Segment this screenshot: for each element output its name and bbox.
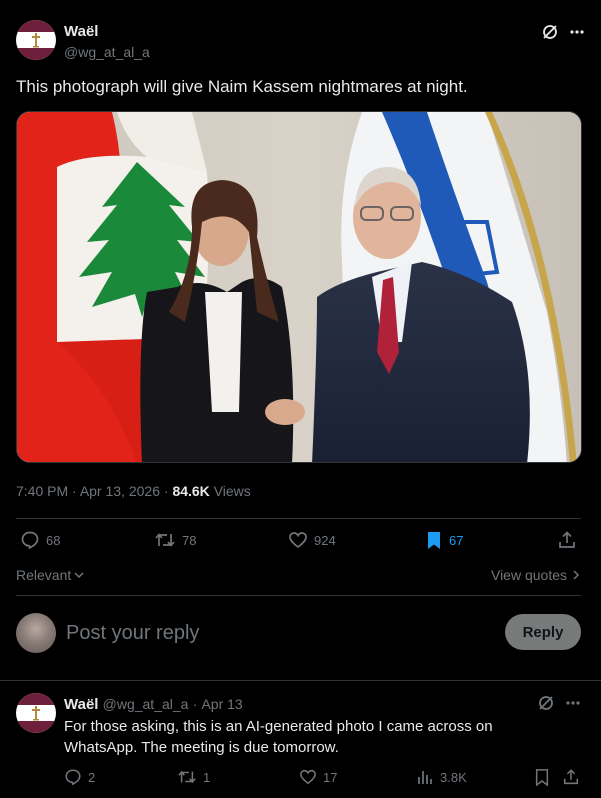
reply-separator: · [192,696,198,712]
views-count: 84.6K [172,483,210,499]
reply-repost-action[interactable]: 1 [177,768,210,786]
cross-icon [32,33,40,48]
meta-separator: · [159,483,173,499]
reply-button[interactable]: Reply [505,614,581,650]
share-icon [563,769,579,785]
reply-reply-action[interactable]: 2 [64,768,95,786]
repost-action[interactable]: 78 [154,530,196,550]
reply-count: 68 [46,532,61,548]
divider [16,518,581,519]
reply-icon [21,531,39,549]
reply-share-action[interactable] [562,768,580,786]
reply-views-count: 3.8K [440,769,467,785]
bookmark-action[interactable]: 67 [425,530,463,550]
post-date[interactable]: Apr 13, 2026 [80,483,160,499]
reply-action[interactable]: 68 [20,530,60,550]
sort-relevant-label: Relevant [16,567,72,583]
more-icon[interactable] [569,24,585,40]
repost-icon [178,770,196,784]
bookmark-icon [428,532,440,549]
post-header: Waël @wg_at_al_a [16,20,585,60]
divider [0,680,601,681]
reply-bookmark-action[interactable] [534,768,550,786]
bookmark-icon [535,769,549,786]
post-actions: 68 78 924 67 [16,530,581,556]
reply-like-action[interactable]: 17 [299,768,337,786]
reply-author-handle[interactable]: @wg_at_al_a [103,696,189,712]
like-count: 924 [314,532,336,548]
reply-input[interactable]: Post your reply [66,622,199,644]
cross-icon [32,706,40,721]
post-photo[interactable] [16,111,582,463]
author-display-name[interactable]: Waël [64,23,150,41]
divider [16,595,581,596]
reply-post[interactable]: Waël @wg_at_al_a · Apr 13 For those aski… [16,692,581,792]
reply-composer: Post your reply Reply [16,612,581,654]
more-icon[interactable] [565,695,581,711]
reply-author-name[interactable]: Waël [64,696,98,713]
author-avatar[interactable] [16,20,56,60]
sort-row: Relevant View quotes [16,566,581,586]
reply-views-action[interactable]: 3.8K [416,768,467,786]
reply-icon [65,769,81,785]
reply-reply-count: 2 [88,769,96,785]
user-avatar[interactable] [16,613,56,653]
like-action[interactable]: 924 [288,530,336,550]
views-label: Views [213,483,251,499]
chevron-down-icon [74,572,84,579]
views-icon [418,771,432,784]
sort-relevant-button[interactable]: Relevant [16,567,85,583]
share-icon [559,531,575,548]
like-icon [289,532,307,549]
photo-illustration [17,112,581,462]
reply-date[interactable]: Apr 13 [201,696,242,712]
view-quotes-link[interactable]: View quotes [491,567,581,583]
post-time[interactable]: 7:40 PM [16,483,68,499]
like-icon [300,769,316,785]
reply-like-count: 17 [323,769,338,785]
share-action[interactable] [557,530,577,550]
post-meta: 7:40 PM · Apr 13, 2026 · 84.6K Views [16,482,251,500]
reply-text: For those asking, this is an AI-generate… [64,718,493,756]
view-quotes-label: View quotes [490,567,567,583]
grok-icon[interactable] [537,694,555,712]
reply-actions: 2 1 17 3.8K [64,768,581,788]
author-handle[interactable]: @wg_at_al_a [64,43,150,61]
bookmark-count: 67 [449,532,464,548]
meta-separator: · [68,483,80,499]
repost-icon [155,533,175,547]
reply-header: Waël @wg_at_al_a · Apr 13 [64,695,243,714]
reply-repost-count: 1 [203,769,211,785]
reply-author-avatar[interactable] [16,693,56,733]
repost-count: 78 [182,532,197,548]
grok-icon[interactable] [541,23,559,41]
chevron-right-icon [573,570,580,580]
post-text: This photograph will give Naim Kassem ni… [16,77,468,96]
